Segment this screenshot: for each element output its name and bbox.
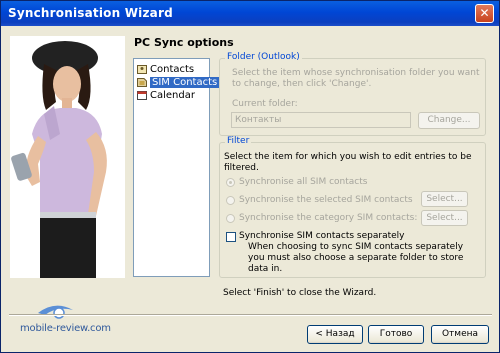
list-item-calendar[interactable]: Calendar — [137, 89, 195, 102]
contacts-book-icon — [137, 64, 147, 74]
sim-card-icon — [137, 77, 147, 87]
window-title: Synchronisation Wizard — [8, 6, 173, 20]
filter-description: Select the item for which you wish to ed… — [224, 152, 472, 173]
calendar-icon — [137, 90, 147, 100]
footer-separator — [9, 314, 492, 316]
sync-separately-checkbox[interactable] — [226, 232, 236, 242]
list-item-sim-contacts[interactable]: SIM Contacts — [137, 76, 220, 89]
source-list[interactable]: Contacts SIM Contacts Calendar — [133, 58, 220, 277]
watermark-text: mobile-review.com — [20, 323, 111, 334]
wizard-window: Synchronisation Wizard ✕ PC Sync options… — [0, 0, 500, 353]
woman-with-phone-illustration — [11, 41, 107, 278]
title-bar[interactable]: Synchronisation Wizard ✕ — [1, 1, 499, 26]
radio-sync-selected[interactable] — [226, 196, 235, 205]
folder-group-title: Folder (Outlook) — [225, 52, 302, 62]
current-folder-label: Current folder: — [232, 99, 298, 109]
sync-separately-label: Synchronise SIM contacts separately — [239, 231, 405, 241]
cancel-button[interactable]: Отмена — [431, 325, 489, 344]
current-folder-field: Контакты — [231, 112, 411, 128]
radio-sync-category[interactable] — [226, 214, 235, 223]
wizard-illustration — [10, 36, 125, 278]
radio-sync-all-label: Synchronise all SIM contacts — [239, 177, 368, 187]
finish-button[interactable]: Готово — [368, 325, 424, 344]
radio-sync-selected-label: Synchronise the selected SIM contacts — [239, 195, 413, 205]
select-contacts-button[interactable]: Select... — [421, 191, 468, 207]
back-button[interactable]: < Назад — [307, 325, 363, 344]
close-button[interactable]: ✕ — [475, 4, 494, 23]
finish-hint: Select 'Finish' to close the Wizard. — [223, 288, 377, 298]
page-heading: PC Sync options — [134, 36, 234, 49]
radio-sync-all[interactable] — [226, 178, 235, 187]
filter-group-title: Filter — [225, 136, 252, 146]
sync-separately-note: When choosing to sync SIM contacts separ… — [248, 242, 464, 274]
filter-group: Filter Select the item for which you wis… — [219, 136, 486, 278]
folder-description: Select the item whose synchronisation fo… — [232, 68, 480, 89]
folder-group: Folder (Outlook) Select the item whose s… — [219, 52, 486, 136]
radio-sync-category-label: Synchronise the category SIM contacts: — [239, 213, 418, 223]
select-category-button[interactable]: Select... — [421, 210, 468, 226]
list-item-contacts[interactable]: Contacts — [137, 63, 194, 76]
change-folder-button[interactable]: Change... — [418, 112, 480, 129]
mobile-review-logo — [38, 305, 73, 319]
